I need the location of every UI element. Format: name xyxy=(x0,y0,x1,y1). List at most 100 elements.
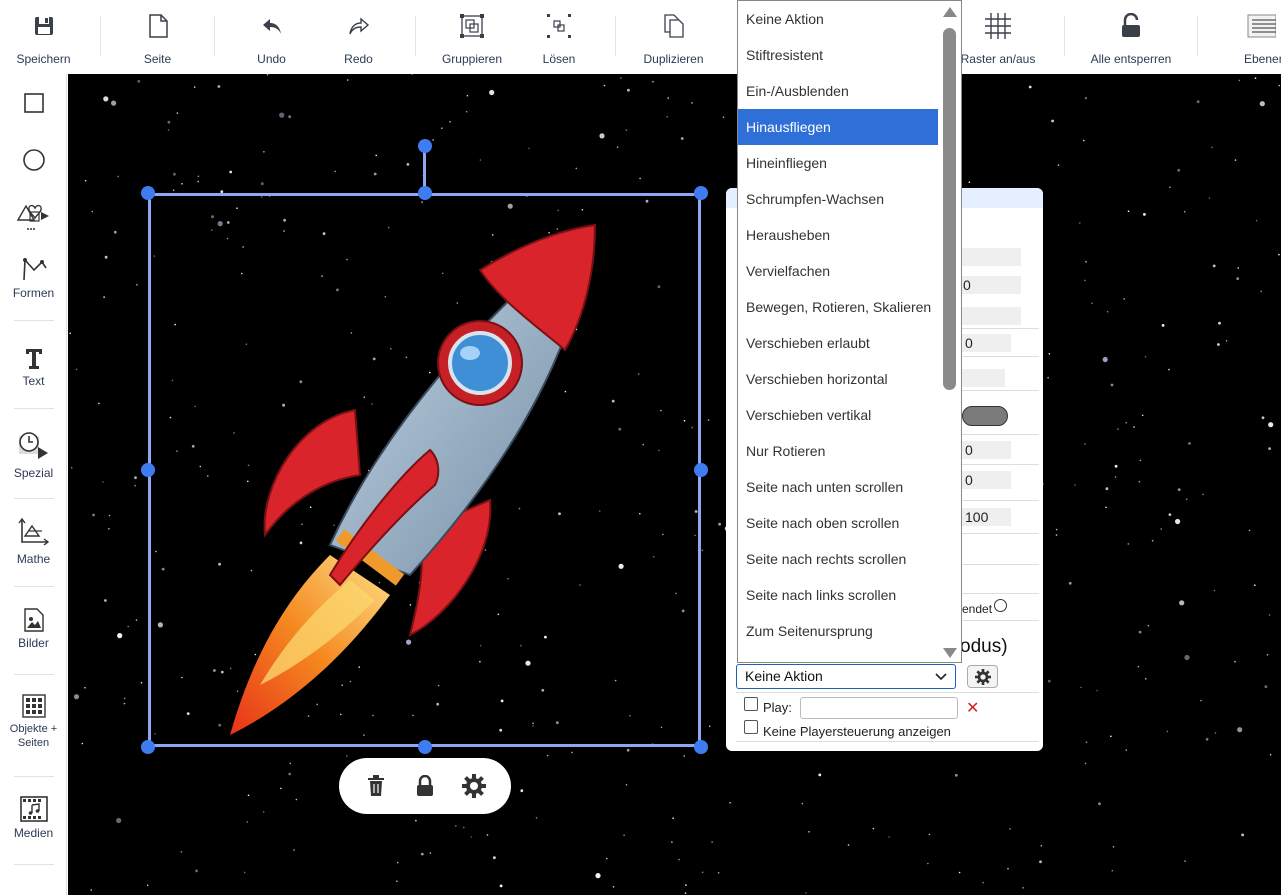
dropdown-option[interactable]: Seit xyxy=(738,649,938,662)
dropdown-option[interactable]: Schrumpfen-Wachsen xyxy=(738,181,938,217)
dropdown-option[interactable]: Seite nach links scrollen xyxy=(738,577,938,613)
panel-divider xyxy=(959,593,1039,594)
dropdown-option[interactable]: Vervielfachen xyxy=(738,253,938,289)
lock-object-button[interactable] xyxy=(409,770,441,802)
save-button[interactable]: Speichern xyxy=(0,0,87,74)
rectangle-tool-button[interactable] xyxy=(0,92,67,114)
dropdown-option[interactable]: Seite nach rechts scrollen xyxy=(738,541,938,577)
dropdown-scroll-thumb[interactable] xyxy=(943,28,956,390)
shapes-tool-button[interactable] xyxy=(0,200,67,232)
action-select[interactable]: Keine Aktion xyxy=(736,664,956,689)
dropdown-option[interactable]: Verschieben horizontal xyxy=(738,361,938,397)
no-player-controls-checkbox[interactable] xyxy=(744,720,758,734)
undo-label: Undo xyxy=(257,52,286,66)
dropdown-option[interactable]: Hinausfliegen xyxy=(738,109,938,145)
toggle-switch[interactable] xyxy=(962,406,1008,426)
delete-object-button[interactable] xyxy=(360,770,392,802)
ungroup-button[interactable]: Lösen xyxy=(516,0,602,74)
star xyxy=(1205,737,1209,741)
dropdown-option[interactable]: Herausheben xyxy=(738,217,938,253)
dropdown-option[interactable]: Bewegen, Rotieren, Skalieren xyxy=(738,289,938,325)
star xyxy=(1139,459,1142,462)
star xyxy=(1268,447,1271,450)
star xyxy=(671,841,673,843)
trash-icon xyxy=(367,775,384,796)
dropdown-option[interactable]: Zum Seitenursprung xyxy=(738,613,938,649)
property-field[interactable]: 0 xyxy=(961,441,1011,459)
star xyxy=(1184,860,1186,862)
star xyxy=(70,466,73,469)
dropdown-option[interactable]: Keine Aktion xyxy=(738,1,938,37)
resize-handle-top-right[interactable] xyxy=(694,186,708,200)
sidebar-divider xyxy=(14,320,54,321)
star xyxy=(872,827,875,830)
resize-handle-bottom-right[interactable] xyxy=(694,740,708,754)
dropdown-option[interactable]: Verschieben erlaubt xyxy=(738,325,938,361)
scroll-up-arrow-icon[interactable] xyxy=(943,6,957,18)
property-field[interactable]: 0 xyxy=(961,471,1011,489)
dropdown-option[interactable]: Seite nach unten scrollen xyxy=(738,469,938,505)
star xyxy=(805,892,807,894)
radio-button[interactable] xyxy=(994,599,1007,612)
star xyxy=(455,825,457,827)
toolbar-divider xyxy=(415,16,416,56)
text-tool-button[interactable]: Text xyxy=(0,346,67,388)
dropdown-option[interactable]: Nur Rotieren xyxy=(738,433,938,469)
property-field[interactable]: 0 xyxy=(959,276,1021,294)
star xyxy=(1183,210,1186,213)
undo-button[interactable]: Undo xyxy=(228,0,315,74)
object-settings-button[interactable] xyxy=(458,770,490,802)
rotate-handle[interactable] xyxy=(418,139,432,153)
star xyxy=(1200,699,1202,702)
resize-handle-left[interactable] xyxy=(141,463,155,477)
star xyxy=(486,834,489,836)
action-settings-button[interactable] xyxy=(967,665,998,688)
circle-tool-button[interactable] xyxy=(0,148,67,172)
math-tool-button[interactable]: Mathe xyxy=(0,518,67,566)
resize-handle-top-left[interactable] xyxy=(141,186,155,200)
unlock-all-button[interactable]: Alle entsperren xyxy=(1080,0,1182,74)
scroll-down-arrow-icon[interactable] xyxy=(943,647,957,659)
layers-button[interactable]: Ebenen xyxy=(1240,0,1281,74)
page-button[interactable]: Seite xyxy=(114,0,201,74)
star xyxy=(293,849,295,851)
star xyxy=(84,686,86,689)
objects-pages-button[interactable]: Objekte + Seiten xyxy=(0,694,67,750)
dropdown-option[interactable]: Verschieben vertikal xyxy=(738,397,938,433)
images-tool-button[interactable]: Bilder xyxy=(0,608,67,650)
polyline-icon xyxy=(22,258,47,281)
dropdown-option[interactable]: Seite nach oben scrollen xyxy=(738,505,938,541)
play-input[interactable] xyxy=(800,697,958,719)
redo-button[interactable]: Redo xyxy=(315,0,402,74)
rectangle-icon xyxy=(23,93,44,113)
grid-toggle-button[interactable]: Raster an/aus xyxy=(955,0,1041,74)
star xyxy=(801,802,804,805)
play-checkbox[interactable] xyxy=(744,697,758,711)
property-field[interactable]: 100 xyxy=(961,508,1011,526)
dropdown-option[interactable]: Stiftresistent xyxy=(738,37,938,73)
action-dropdown-list[interactable]: Keine Aktion Stiftresistent Ein-/Ausblende… xyxy=(737,0,962,663)
resize-handle-bottom-left[interactable] xyxy=(141,740,155,754)
shapes-category-button[interactable]: Formen xyxy=(0,256,67,300)
star xyxy=(718,522,721,526)
star xyxy=(818,773,822,777)
dropdown-option[interactable]: Ein-/Ausblenden xyxy=(738,73,938,109)
property-field[interactable] xyxy=(959,248,1021,266)
resize-handle-bottom[interactable] xyxy=(418,740,432,754)
media-tool-button[interactable]: Medien xyxy=(0,796,67,840)
duplicate-button[interactable]: Duplizieren xyxy=(630,0,717,74)
property-field[interactable] xyxy=(961,369,1005,387)
star xyxy=(1237,727,1243,733)
group-button[interactable]: Gruppieren xyxy=(428,0,516,74)
property-field[interactable] xyxy=(959,307,1021,325)
special-tool-button[interactable]: Spezial xyxy=(0,430,67,480)
clear-play-button[interactable]: ✕ xyxy=(966,698,979,718)
property-field[interactable]: 0 xyxy=(961,334,1011,352)
dropdown-option[interactable]: Hineinfliegen xyxy=(738,145,938,181)
star xyxy=(1144,356,1147,358)
star xyxy=(243,871,246,874)
star xyxy=(1068,581,1072,585)
resize-handle-top[interactable] xyxy=(418,186,432,200)
star xyxy=(616,146,619,148)
resize-handle-right[interactable] xyxy=(694,463,708,477)
